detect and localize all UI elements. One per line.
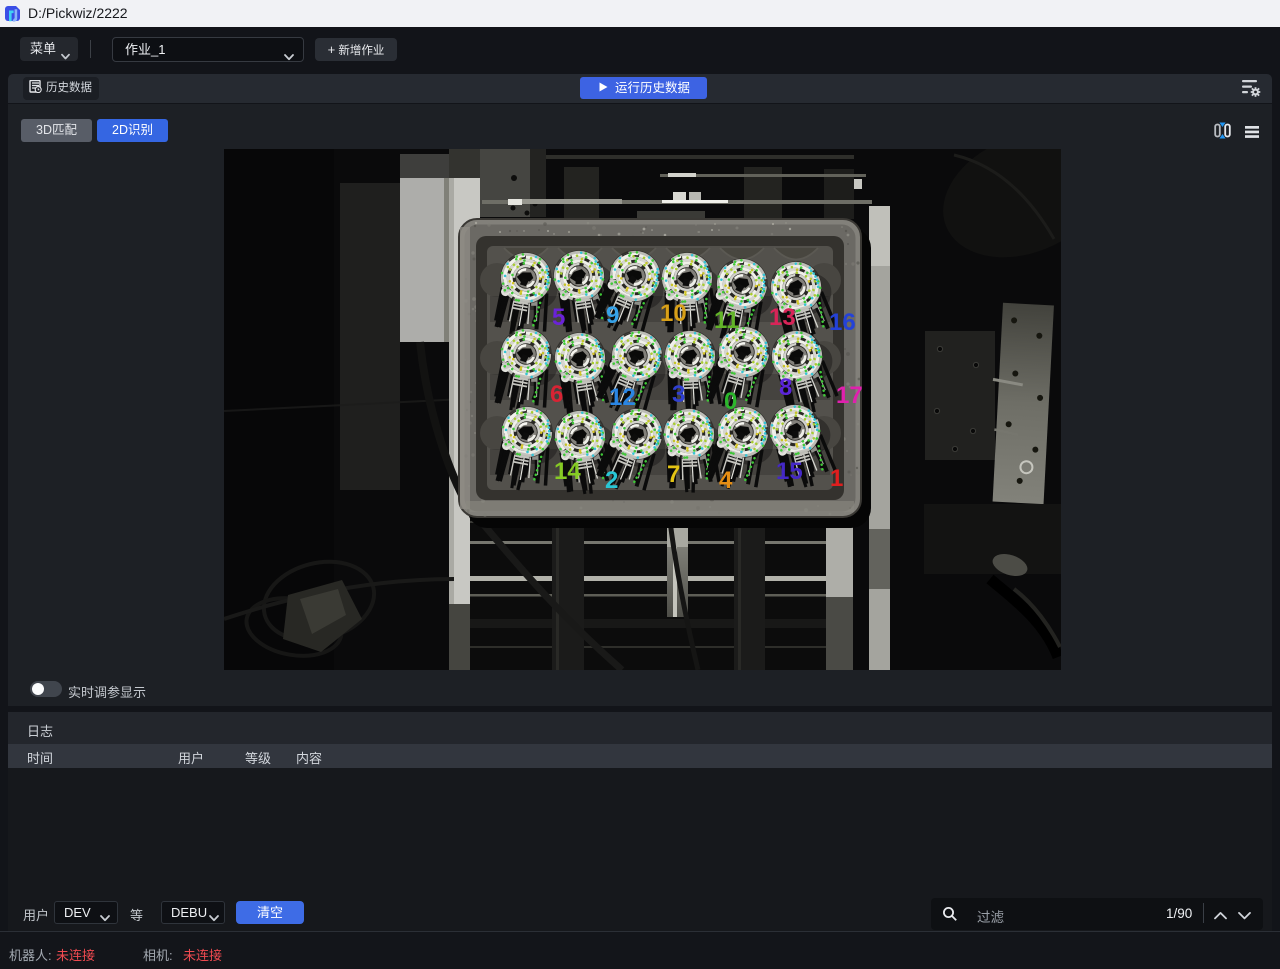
svg-text:4: 4 bbox=[719, 467, 733, 494]
svg-text:3: 3 bbox=[672, 381, 685, 408]
svg-text:17: 17 bbox=[836, 382, 863, 409]
svg-text:9: 9 bbox=[606, 302, 619, 329]
svg-text:11: 11 bbox=[714, 307, 739, 334]
svg-text:16: 16 bbox=[829, 309, 856, 336]
svg-text:10: 10 bbox=[660, 300, 687, 327]
svg-text:8: 8 bbox=[779, 374, 792, 401]
svg-text:7: 7 bbox=[667, 461, 680, 488]
svg-text:13: 13 bbox=[769, 304, 796, 331]
svg-text:1: 1 bbox=[830, 465, 843, 492]
svg-text:0: 0 bbox=[724, 388, 737, 415]
svg-text:14: 14 bbox=[554, 458, 581, 485]
svg-text:5: 5 bbox=[552, 304, 565, 331]
svg-text:2: 2 bbox=[605, 467, 618, 494]
svg-text:6: 6 bbox=[550, 381, 563, 408]
svg-text:15: 15 bbox=[776, 458, 803, 485]
svg-text:12: 12 bbox=[609, 384, 636, 411]
